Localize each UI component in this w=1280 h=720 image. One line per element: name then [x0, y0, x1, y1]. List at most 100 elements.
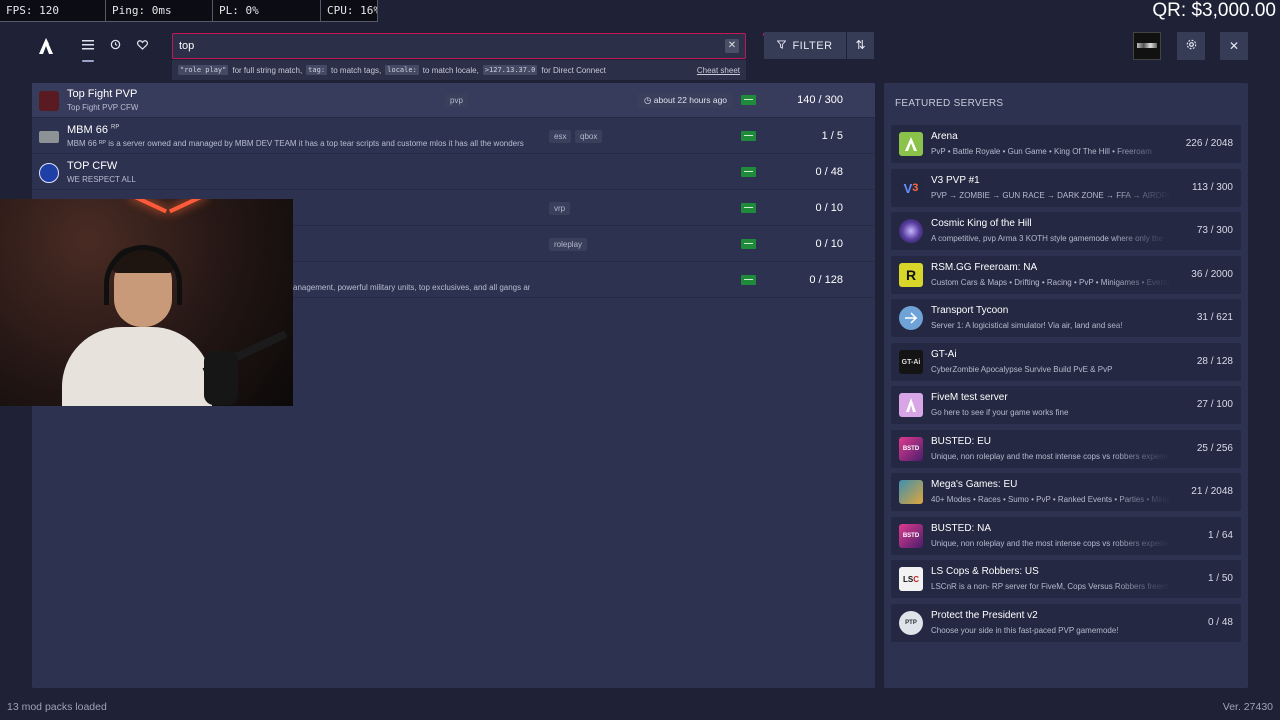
- hint-code: locale:: [385, 65, 419, 75]
- featured-server-description: PVP → ZOMBIE → GUN RACE → DARK ZONE → FF…: [931, 191, 1171, 200]
- locale-flag-icon: [741, 167, 756, 177]
- sort-arrows-icon: ⇅: [855, 38, 866, 52]
- megas-logo-icon: [899, 480, 923, 504]
- featured-player-count: 21 / 2048: [1191, 486, 1233, 497]
- player-count: 0 / 48: [815, 166, 843, 178]
- list-icon[interactable]: [78, 36, 98, 62]
- server-tag[interactable]: esx: [549, 130, 572, 143]
- featured-server-item[interactable]: BSTD BUSTED: EU Unique, non roleplay and…: [891, 430, 1241, 468]
- featured-server-description: Unique, non roleplay and the most intens…: [931, 539, 1171, 548]
- locale-flag-icon: [741, 95, 756, 105]
- featured-server-name: V3 PVP #1: [931, 175, 980, 186]
- filter-icon: [776, 39, 787, 52]
- settings-button[interactable]: [1177, 32, 1205, 60]
- featured-server-item[interactable]: Transport Tycoon Server 1: A logicistica…: [891, 299, 1241, 337]
- featured-server-description: CyberZombie Apocalypse Survive Build PvE…: [931, 365, 1113, 374]
- featured-player-count: 73 / 300: [1196, 225, 1233, 236]
- server-tag[interactable]: roleplay: [549, 238, 588, 251]
- server-logo-icon: [39, 91, 59, 111]
- featured-server-name: RSM.GG Freeroam: NA: [931, 262, 1038, 273]
- user-avatar[interactable]: [1133, 32, 1161, 60]
- mod-packs-status: 13 mod packs loaded: [7, 701, 107, 713]
- featured-server-item[interactable]: LS C LS Cops & Robbers: US LSCnR is a non…: [891, 560, 1241, 598]
- featured-server-item[interactable]: FiveM test server Go here to see if your…: [891, 386, 1241, 424]
- featured-server-description: A competitive, pvp Arma 3 KOTH style gam…: [931, 234, 1164, 243]
- gtai-logo-icon: GT-Ai: [899, 350, 923, 374]
- featured-player-count: 1 / 50: [1207, 573, 1233, 584]
- server-description: MBM 66 ᴿᴾ is a server owned and managed …: [67, 139, 524, 148]
- featured-server-item[interactable]: BSTD BUSTED: NA Unique, non roleplay and…: [891, 517, 1241, 555]
- server-row[interactable]: MBM 66 RP MBM 66 ᴿᴾ is a server owned an…: [32, 119, 875, 154]
- featured-server-description: PvP • Battle Royale • Gun Game • King Of…: [931, 147, 1152, 156]
- cpu-stat: CPU: 16%: [321, 0, 378, 22]
- search-hints: "role play" for full string match, tag: …: [172, 60, 746, 80]
- server-tag[interactable]: vrp: [549, 202, 571, 215]
- server-logo-icon: [39, 163, 59, 183]
- featured-server-item[interactable]: Cosmic King of the Hill A competitive, p…: [891, 212, 1241, 250]
- featured-server-item[interactable]: PTP Protect the President v2 Choose your…: [891, 604, 1241, 642]
- featured-server-description: Custom Cars & Maps • Drifting • Racing •…: [931, 278, 1171, 287]
- server-tag[interactable]: qbox: [575, 130, 603, 143]
- heart-icon[interactable]: [132, 36, 152, 56]
- featured-server-item[interactable]: GT-Ai GT-Ai CyberZombie Apocalypse Survi…: [891, 343, 1241, 381]
- featured-server-name: Cosmic King of the Hill: [931, 218, 1032, 229]
- close-icon: ✕: [1228, 39, 1240, 53]
- featured-server-item[interactable]: Mega's Games: EU 40+ Modes • Races • Sum…: [891, 473, 1241, 511]
- featured-server-item[interactable]: R RSM.GG Freeroam: NA Custom Cars & Maps…: [891, 256, 1241, 294]
- hint-text: for full string match,: [232, 65, 303, 75]
- locale-flag-icon: [741, 275, 756, 285]
- webcam-overlay: [0, 199, 293, 406]
- server-name: MBM 66 RP: [67, 124, 119, 136]
- featured-servers-panel: FEATURED SERVERS Arena PvP • Battle Roya…: [884, 83, 1248, 688]
- search-input[interactable]: [173, 34, 713, 58]
- server-name-text: MBM 66: [67, 124, 108, 136]
- sort-button[interactable]: ⇅: [847, 32, 874, 59]
- player-count: 140 / 300: [797, 94, 843, 106]
- featured-server-item[interactable]: V3 V3 PVP #1 PVP → ZOMBIE → GUN RACE → D…: [891, 169, 1241, 207]
- ping-stat: Ping: 0ms: [106, 0, 213, 22]
- featured-server-description: Unique, non roleplay and the most intens…: [931, 452, 1171, 461]
- v3-logo-icon: V3: [899, 176, 923, 200]
- gear-icon: [1186, 39, 1197, 53]
- server-tag[interactable]: pvp: [445, 94, 468, 107]
- server-row[interactable]: Top Fight PVP Top Fight PVP CFW pvp ◷ ab…: [32, 83, 875, 118]
- featured-server-name: Arena: [931, 131, 958, 142]
- server-name: Top Fight PVP: [67, 88, 138, 100]
- featured-player-count: 113 / 300: [1192, 182, 1233, 193]
- featured-server-name: BUSTED: NA: [931, 523, 992, 534]
- featured-player-count: 28 / 128: [1196, 356, 1233, 367]
- app-logo-icon[interactable]: [36, 36, 56, 56]
- featured-server-item[interactable]: Arena PvP • Battle Royale • Gun Game • K…: [891, 125, 1241, 163]
- server-search[interactable]: ✕: [172, 33, 746, 59]
- featured-server-name: Transport Tycoon: [931, 305, 1009, 316]
- featured-server-name: BUSTED: EU: [931, 436, 992, 447]
- server-row[interactable]: TOP CFW WE RESPECT ALL 0 / 48: [32, 155, 875, 190]
- arena-logo-icon: [899, 132, 923, 156]
- filter-button[interactable]: FILTER: [764, 32, 846, 59]
- server-name: TOP CFW: [67, 160, 118, 172]
- lscnr-logo-icon: LS C: [899, 567, 923, 591]
- clear-search-icon[interactable]: ✕: [725, 39, 739, 53]
- cosmic-logo-icon: [899, 219, 923, 243]
- server-logo-icon: [39, 131, 59, 143]
- featured-server-description: Server 1: A logicistical simulator! Via …: [931, 321, 1123, 330]
- featured-server-name: LS Cops & Robbers: US: [931, 566, 1039, 577]
- qr-balance: QR: $3,000.00: [1152, 0, 1276, 21]
- close-button[interactable]: ✕: [1220, 32, 1248, 60]
- busted-logo-icon: BSTD: [899, 437, 923, 461]
- player-count: 0 / 128: [809, 274, 843, 286]
- cheat-sheet-link[interactable]: Cheat sheet: [697, 66, 740, 75]
- featured-server-name: Mega's Games: EU: [931, 479, 1018, 490]
- locale-flag-icon: [741, 203, 756, 213]
- server-description: WE RESPECT ALL: [67, 175, 136, 184]
- ptp-logo-icon: PTP: [899, 611, 923, 635]
- rsm-logo-icon: R: [899, 263, 923, 287]
- hint-code: >127.13.37.0: [482, 65, 538, 75]
- busted-logo-icon: BSTD: [899, 524, 923, 548]
- featured-player-count: 0 / 48: [1207, 617, 1233, 628]
- server-description: anagement, powerful military units, top …: [293, 283, 531, 292]
- featured-player-count: 1 / 64: [1207, 530, 1233, 541]
- filter-label: FILTER: [792, 39, 833, 52]
- history-icon[interactable]: [105, 36, 125, 56]
- featured-server-name: GT-Ai: [931, 349, 957, 360]
